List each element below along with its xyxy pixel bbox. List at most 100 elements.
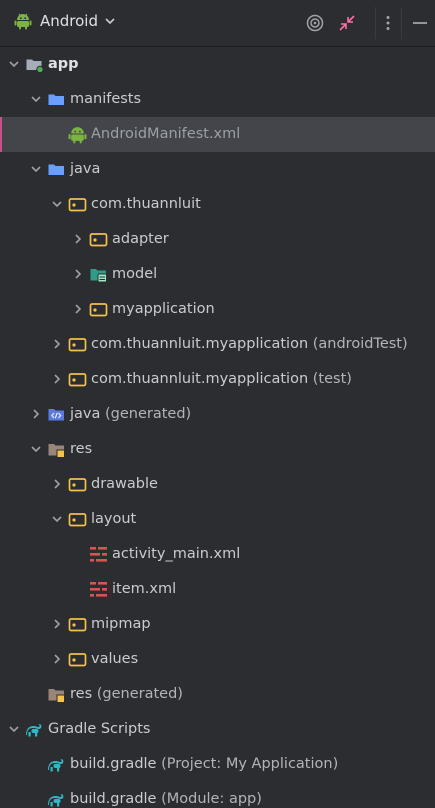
tree-item-label: res <box>70 441 93 457</box>
tree-item-label: AndroidManifest.xml <box>91 126 241 142</box>
resource-folder-icon <box>48 444 65 458</box>
tree-item-test-package[interactable]: com.thuannluit.myapplication (test) <box>0 362 435 397</box>
chevron-down-icon[interactable] <box>50 512 64 526</box>
tree-item-label: com.thuannluit <box>91 196 201 212</box>
generated-java-folder-icon <box>48 409 64 421</box>
tree-item-label: item.xml <box>112 581 177 597</box>
package-icon <box>68 198 87 212</box>
tree-item-label: build.gradle <box>70 791 157 807</box>
tree-item-res-generated[interactable]: res (generated) <box>0 677 435 712</box>
folder-icon <box>48 164 64 175</box>
layout-file-icon <box>90 582 107 597</box>
package-icon <box>68 653 87 667</box>
view-mode-label: Android <box>40 12 98 30</box>
tree-item-label: activity_main.xml <box>112 546 241 562</box>
vertical-dots-icon[interactable] <box>378 13 398 33</box>
chevron-right-icon[interactable] <box>50 372 64 386</box>
tree-item-build-gradle-project[interactable]: build.gradle (Project: My Application) <box>0 747 435 782</box>
package-icon <box>68 478 87 492</box>
model-package-icon <box>90 269 107 283</box>
chevron-down-icon[interactable] <box>29 162 43 176</box>
tree-item-res[interactable]: res <box>0 432 435 467</box>
chevron-down-icon[interactable] <box>29 442 43 456</box>
package-icon <box>68 513 87 527</box>
tree-item-label: layout <box>91 511 137 527</box>
tree-item-adapter[interactable]: adapter <box>0 222 435 257</box>
selection-marker <box>0 117 2 152</box>
package-icon <box>89 303 108 317</box>
tree-item-label: res <box>70 686 93 702</box>
tree-item-drawable[interactable]: drawable <box>0 467 435 502</box>
tree-item-hint: (generated) <box>100 406 192 422</box>
layout-file-icon <box>90 547 107 562</box>
package-icon <box>68 618 87 632</box>
package-icon <box>89 233 108 247</box>
target-icon[interactable] <box>305 13 325 33</box>
tree-item-label: build.gradle <box>70 756 157 772</box>
chevron-right-icon[interactable] <box>71 267 85 281</box>
module-folder-icon <box>26 59 44 74</box>
chevron-down-icon[interactable] <box>50 197 64 211</box>
tree-item-values[interactable]: values <box>0 642 435 677</box>
android-icon <box>68 127 87 144</box>
tree-item-hint: (test) <box>308 371 352 387</box>
tree-item-layout[interactable]: layout <box>0 502 435 537</box>
tree-item-hint: (generated) <box>92 686 183 702</box>
view-mode-selector[interactable]: Android <box>14 12 116 30</box>
gradle-icon <box>26 724 42 737</box>
project-toolbar: Android <box>0 0 435 47</box>
chevron-right-icon[interactable] <box>29 407 43 421</box>
gradle-icon <box>48 794 64 807</box>
tree-item-label: java <box>70 161 101 177</box>
gradle-icon <box>48 759 64 772</box>
tree-item-label: com.thuannluit.myapplication <box>91 371 309 387</box>
tree-item-app[interactable]: app <box>0 47 435 82</box>
android-icon <box>14 13 32 30</box>
toolbar-divider <box>375 7 376 39</box>
chevron-down-icon[interactable] <box>7 57 21 71</box>
tree-item-build-gradle-module[interactable]: build.gradle (Module: app) <box>0 782 435 808</box>
package-icon <box>68 373 87 387</box>
tree-item-hint: (Module: app) <box>156 791 262 807</box>
chevron-down-icon[interactable] <box>7 722 21 736</box>
tree-item-item-xml[interactable]: item.xml <box>0 572 435 607</box>
tree-item-hint: (Project: My Application) <box>156 756 339 772</box>
tree-item-label: mipmap <box>91 616 151 632</box>
tree-item-label: drawable <box>91 476 158 492</box>
tree-item-label: manifests <box>70 91 142 107</box>
tree-item-mipmap[interactable]: mipmap <box>0 607 435 642</box>
chevron-right-icon[interactable] <box>71 232 85 246</box>
tree-item-label: com.thuannluit.myapplication <box>91 336 309 352</box>
tree-item-android-manifest[interactable]: AndroidManifest.xml <box>0 117 435 152</box>
chevron-right-icon[interactable] <box>50 617 64 631</box>
chevron-right-icon[interactable] <box>50 337 64 351</box>
tree-item-java-generated[interactable]: java (generated) <box>0 397 435 432</box>
tree-item-activity-main-xml[interactable]: activity_main.xml <box>0 537 435 572</box>
tree-item-myapplication[interactable]: myapplication <box>0 292 435 327</box>
toolbar-divider <box>401 7 402 39</box>
tree-item-label: myapplication <box>112 301 215 317</box>
tree-item-label: values <box>91 651 139 667</box>
package-icon <box>68 338 87 352</box>
chevron-right-icon[interactable] <box>71 302 85 316</box>
tree-item-gradle-scripts[interactable]: Gradle Scripts <box>0 712 435 747</box>
tree-item-label: adapter <box>112 231 169 247</box>
chevron-down-icon[interactable] <box>29 92 43 106</box>
tree-item-manifests[interactable]: manifests <box>0 82 435 117</box>
tree-item-label: model <box>112 266 158 282</box>
chevron-right-icon[interactable] <box>50 477 64 491</box>
tree-item-label: app <box>48 56 79 72</box>
tree-item-model[interactable]: model <box>0 257 435 292</box>
tree-item-package-root[interactable]: com.thuannluit <box>0 187 435 222</box>
tree-item-hint: (androidTest) <box>308 336 408 352</box>
folder-icon <box>48 94 64 105</box>
tree-item-label: java <box>70 406 101 422</box>
generated-resource-folder-icon <box>48 689 65 703</box>
tree-item-label: Gradle Scripts <box>48 721 151 737</box>
minus-icon[interactable] <box>410 13 430 33</box>
collapse-arrows-icon[interactable] <box>337 13 357 33</box>
chevron-right-icon[interactable] <box>50 652 64 666</box>
tree-item-java[interactable]: java <box>0 152 435 187</box>
chevron-down-icon <box>105 18 115 25</box>
tree-item-android-test-package[interactable]: com.thuannluit.myapplication (androidTes… <box>0 327 435 362</box>
